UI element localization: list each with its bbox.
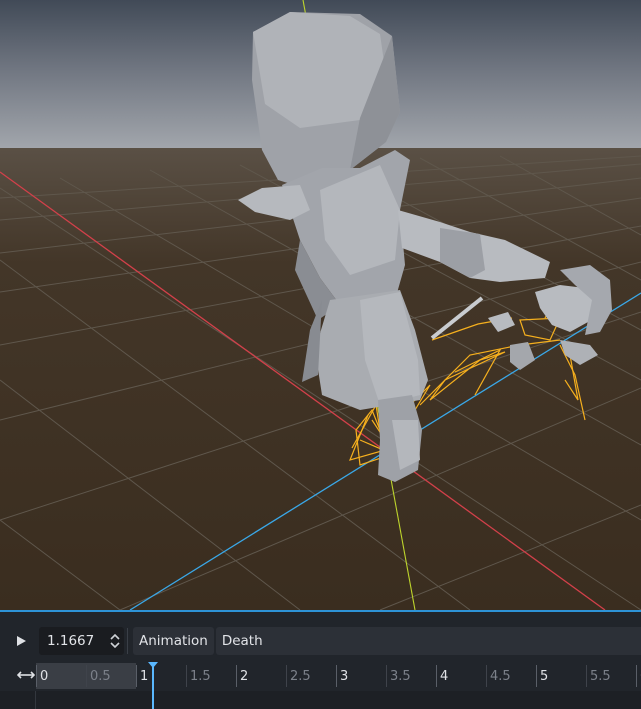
ruler-tick-label: 1.5 bbox=[190, 669, 211, 684]
ruler-tick-label: 5.5 bbox=[590, 669, 611, 684]
track-divider bbox=[35, 691, 36, 709]
animation-menu-button[interactable]: Animation bbox=[133, 627, 214, 655]
ruler-tick-label: 3 bbox=[340, 669, 349, 684]
animation-toolbar-row: 1.1667 Animation Death bbox=[0, 626, 641, 656]
ruler-tick bbox=[536, 665, 537, 687]
animation-timeline[interactable]: 00.511.522.533.544.555.56 bbox=[0, 660, 641, 709]
ruler-tick-label: 4.5 bbox=[490, 669, 511, 684]
ruler-tick-label: 1 bbox=[140, 669, 149, 684]
playhead[interactable] bbox=[152, 663, 154, 709]
viewport-scene[interactable] bbox=[0, 0, 641, 610]
time-spinbox[interactable]: 1.1667 bbox=[39, 627, 124, 655]
ruler-tick bbox=[486, 665, 487, 687]
ruler-tick bbox=[586, 665, 587, 687]
playhead-handle-icon[interactable] bbox=[148, 662, 158, 668]
ruler-tick bbox=[386, 665, 387, 687]
ruler-tick bbox=[286, 665, 287, 687]
play-icon bbox=[17, 636, 26, 646]
ruler-tick-label: 4 bbox=[440, 669, 449, 684]
ruler-tick bbox=[636, 665, 637, 687]
ruler-tick bbox=[186, 665, 187, 687]
timeline-ruler[interactable]: 00.511.522.533.544.555.56 bbox=[0, 660, 641, 690]
ruler-tick bbox=[336, 665, 337, 687]
ruler-tick bbox=[36, 665, 37, 687]
play-button[interactable] bbox=[6, 627, 36, 655]
animation-length-icon[interactable] bbox=[17, 668, 35, 682]
3d-viewport[interactable] bbox=[0, 0, 641, 610]
ruler-tick bbox=[436, 665, 437, 687]
animation-selector[interactable]: Death bbox=[215, 627, 641, 655]
spin-arrows-icon[interactable] bbox=[106, 627, 124, 655]
ruler-tick bbox=[86, 665, 87, 687]
ruler-tick bbox=[136, 665, 137, 687]
ruler-tick-label: 2.5 bbox=[290, 669, 311, 684]
ruler-tick bbox=[236, 665, 237, 687]
ruler-tick-label: 3.5 bbox=[390, 669, 411, 684]
ruler-tick-label: 0.5 bbox=[90, 669, 111, 684]
ruler-tick-label: 5 bbox=[540, 669, 549, 684]
time-value[interactable]: 1.1667 bbox=[39, 633, 106, 649]
toolbar-separator bbox=[127, 628, 128, 654]
track-area[interactable] bbox=[0, 691, 641, 709]
ruler-tick-label: 2 bbox=[240, 669, 249, 684]
ruler-tick-label: 0 bbox=[40, 669, 49, 684]
